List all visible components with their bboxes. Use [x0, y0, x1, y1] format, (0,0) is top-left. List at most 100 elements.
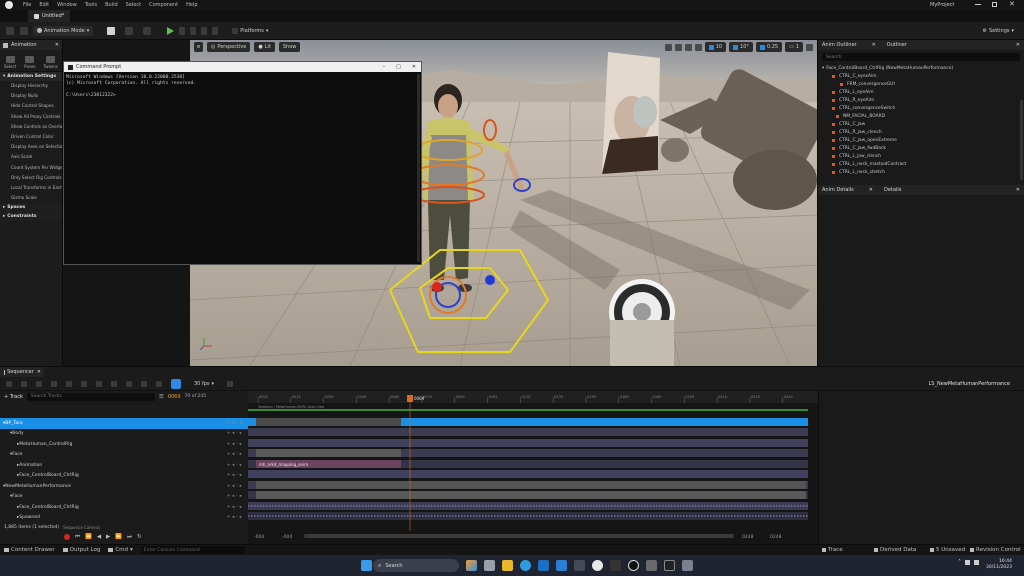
save-icon[interactable] — [21, 380, 27, 387]
content-drawer-button[interactable]: Content Drawer — [4, 547, 55, 553]
add-actor-icon[interactable] — [107, 26, 116, 35]
animation-setting-item[interactable]: Display Nulls — [0, 91, 62, 102]
anim-details-tab[interactable]: Anim Details — [822, 187, 854, 193]
auto-key-icon[interactable] — [156, 380, 162, 387]
next-key-icon[interactable]: ⏩ — [115, 534, 122, 540]
edge-icon[interactable] — [519, 560, 531, 571]
sequencer-track[interactable]: ▸ Face_ControlBoard_CtrlRig + ◂ ◦ ▸ — [0, 502, 248, 513]
rotation-snap-button[interactable]: 10° — [729, 42, 753, 52]
network-icon[interactable] — [965, 560, 970, 565]
animation-setting-item[interactable]: Local Transforms in Each L — [0, 183, 62, 194]
outliner-item[interactable]: CTRL_L_jaw_clench — [818, 152, 1024, 160]
show-button[interactable]: Show — [278, 42, 301, 52]
settings-button[interactable]: ⚙ Settings ▾ — [978, 26, 1018, 36]
outliner-item[interactable]: FRM_convergenceGUI — [818, 80, 1024, 88]
animation-setting-item[interactable]: Only Select Rig Controls — [0, 173, 62, 183]
anim-outliner-tab[interactable]: Anim Outliner — [822, 42, 857, 48]
chevron-up-icon[interactable]: ˄ — [958, 559, 961, 566]
add-track-button[interactable]: + Track — [4, 394, 23, 400]
menu-build[interactable]: Build — [105, 2, 118, 8]
windows-start-icon[interactable] — [360, 560, 372, 571]
play-icon[interactable]: ▶ — [106, 534, 110, 540]
camera-speed-button[interactable]: ▭ 1 — [785, 42, 803, 52]
store-icon[interactable] — [573, 560, 585, 571]
outliner-item[interactable]: CTRL_R_jaw_clench — [818, 128, 1024, 136]
track-key-controls[interactable]: + ◂ ◦ ▸ — [227, 463, 242, 468]
outliner-item[interactable]: CTRL_L_eyeAim — [818, 88, 1024, 96]
play-reverse-icon[interactable]: ◀ — [97, 534, 101, 540]
record-icon[interactable] — [64, 534, 70, 540]
animation-tab[interactable]: Animation ✕ — [0, 40, 62, 50]
content-icon[interactable] — [20, 26, 28, 35]
track-row[interactable] — [248, 470, 808, 478]
animation-setting-item[interactable]: Driven Control Color — [0, 132, 62, 143]
scale-snap-button[interactable]: 0.25 — [755, 42, 783, 52]
outliner-item[interactable]: CTRL_convergenceSwitch — [818, 104, 1024, 112]
sequencer-track[interactable]: ▾ NewMetaHumanPerformance + ◂ ◦ ▸ — [0, 481, 248, 492]
track-key-controls[interactable]: + ◂ ◦ ▸ — [227, 452, 242, 457]
menu-window[interactable]: Window — [57, 2, 77, 8]
select-tool[interactable]: Select — [4, 56, 16, 69]
track-row[interactable] — [248, 428, 808, 436]
animation-setting-item[interactable]: Display Axes on Selection — [0, 142, 62, 153]
snap-icon[interactable] — [81, 380, 87, 387]
navigation-gizmo[interactable] — [609, 279, 675, 366]
cmd-minimize-button[interactable]: – — [383, 64, 386, 70]
unsaved-button[interactable]: 5 Unsaved — [930, 547, 965, 553]
sequencer-track[interactable]: ▾ Face + ◂ ◦ ▸ — [0, 450, 248, 461]
timeline-scrollbar[interactable] — [304, 534, 734, 538]
cinematics-icon[interactable] — [143, 26, 152, 35]
volume-icon[interactable] — [974, 560, 979, 565]
step-icon[interactable] — [179, 26, 186, 35]
sequencer-track[interactable]: ▸ Animation + ◂ ◦ ▸ — [0, 460, 248, 471]
tweens-tool[interactable]: Tweens — [43, 56, 58, 69]
range-end-value[interactable]: 0248 — [742, 535, 753, 540]
face-preview-card[interactable] — [602, 52, 660, 174]
level-tab[interactable]: Untitled* — [28, 10, 71, 22]
render-icon[interactable] — [51, 380, 57, 387]
animation-setting-item[interactable]: Hide Control Shapes — [0, 101, 62, 112]
poses-tool[interactable]: Poses — [24, 56, 36, 69]
track-key-controls[interactable]: + ◂ ◦ ▸ — [227, 421, 242, 426]
track-key-controls[interactable]: + ◂ ◦ ▸ — [227, 484, 242, 489]
constraints-section[interactable]: ▸ Constraints — [0, 212, 62, 222]
translate-icon[interactable] — [664, 43, 672, 51]
find-icon[interactable] — [36, 380, 42, 387]
lit-button[interactable]: ● Lit — [254, 42, 275, 52]
launch-options-icon[interactable] — [212, 26, 219, 35]
actor-icon[interactable] — [66, 380, 72, 387]
unreal-logo-icon[interactable] — [5, 1, 13, 9]
grid-snap-button[interactable]: 10 — [704, 42, 727, 52]
track-key-controls[interactable]: + ◂ ◦ ▸ — [227, 505, 242, 510]
range-start-value[interactable]: -004 — [254, 535, 264, 540]
outliner-tab[interactable]: Outliner — [887, 42, 907, 48]
outliner-item[interactable]: CTRL_R_eyeAim — [818, 96, 1024, 104]
rotate-icon[interactable] — [674, 43, 682, 51]
track-key-controls[interactable]: + ◂ ◦ ▸ — [227, 515, 242, 520]
magnet-icon[interactable] — [171, 378, 181, 389]
close-icon[interactable]: ✕ — [55, 42, 59, 48]
taskbar-search[interactable]: ⌕ Search — [373, 559, 459, 572]
cmd-close-button[interactable]: ✕ — [412, 64, 416, 70]
task-view-icon[interactable] — [483, 560, 495, 571]
track-key-controls[interactable]: + ◂ ◦ ▸ — [227, 494, 242, 499]
menu-select[interactable]: Select — [126, 2, 141, 8]
close-icon[interactable]: ✕ — [869, 187, 873, 193]
chrome-icon[interactable] — [591, 560, 603, 571]
loop-icon[interactable]: ↻ — [137, 534, 142, 540]
cmd-maximize-button[interactable]: □ — [396, 64, 401, 70]
jump-to-end-icon[interactable]: ⏭ — [127, 534, 132, 541]
current-frame-value[interactable]: 0069 — [168, 394, 181, 400]
world-icon[interactable] — [694, 43, 702, 51]
animation-setting-item[interactable]: Gizmo Scale — [0, 193, 62, 204]
close-icon[interactable]: ✕ — [1016, 42, 1020, 48]
outliner-item[interactable]: CTRL_C_jaw — [818, 120, 1024, 128]
outliner-item[interactable]: CTRL_C_jaw_openExtreme — [818, 136, 1024, 144]
cmd-scrollbar[interactable] — [417, 74, 420, 262]
outliner-scrollbar[interactable] — [1020, 100, 1023, 180]
track-row[interactable] — [248, 439, 808, 447]
output-log-button[interactable]: Output Log — [62, 547, 100, 553]
range-end-2-value[interactable]: 0248 — [770, 535, 781, 540]
track-key-controls[interactable]: + ◂ ◦ ▸ — [227, 442, 242, 447]
key-mode-icon[interactable] — [141, 380, 147, 387]
